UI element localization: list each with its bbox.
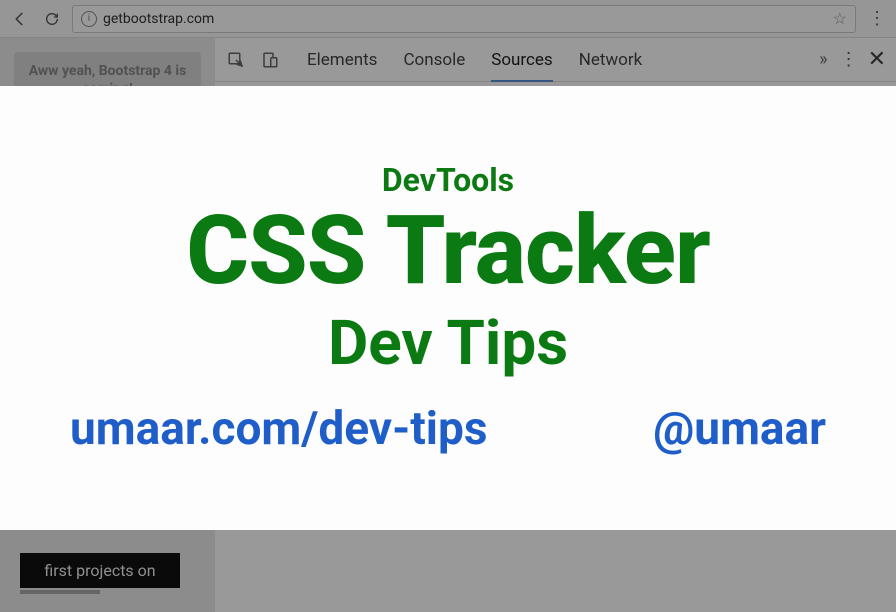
card-link-handle[interactable]: @umaar	[653, 402, 826, 456]
card-subtitle: Dev Tips	[328, 307, 568, 380]
card-links-row: umaar.com/dev-tips @umaar	[60, 402, 836, 456]
card-title: CSS Tracker	[186, 203, 709, 299]
card-link-site[interactable]: umaar.com/dev-tips	[70, 402, 487, 456]
title-card: DevTools CSS Tracker Dev Tips umaar.com/…	[0, 86, 896, 530]
card-eyebrow: DevTools	[382, 161, 514, 199]
